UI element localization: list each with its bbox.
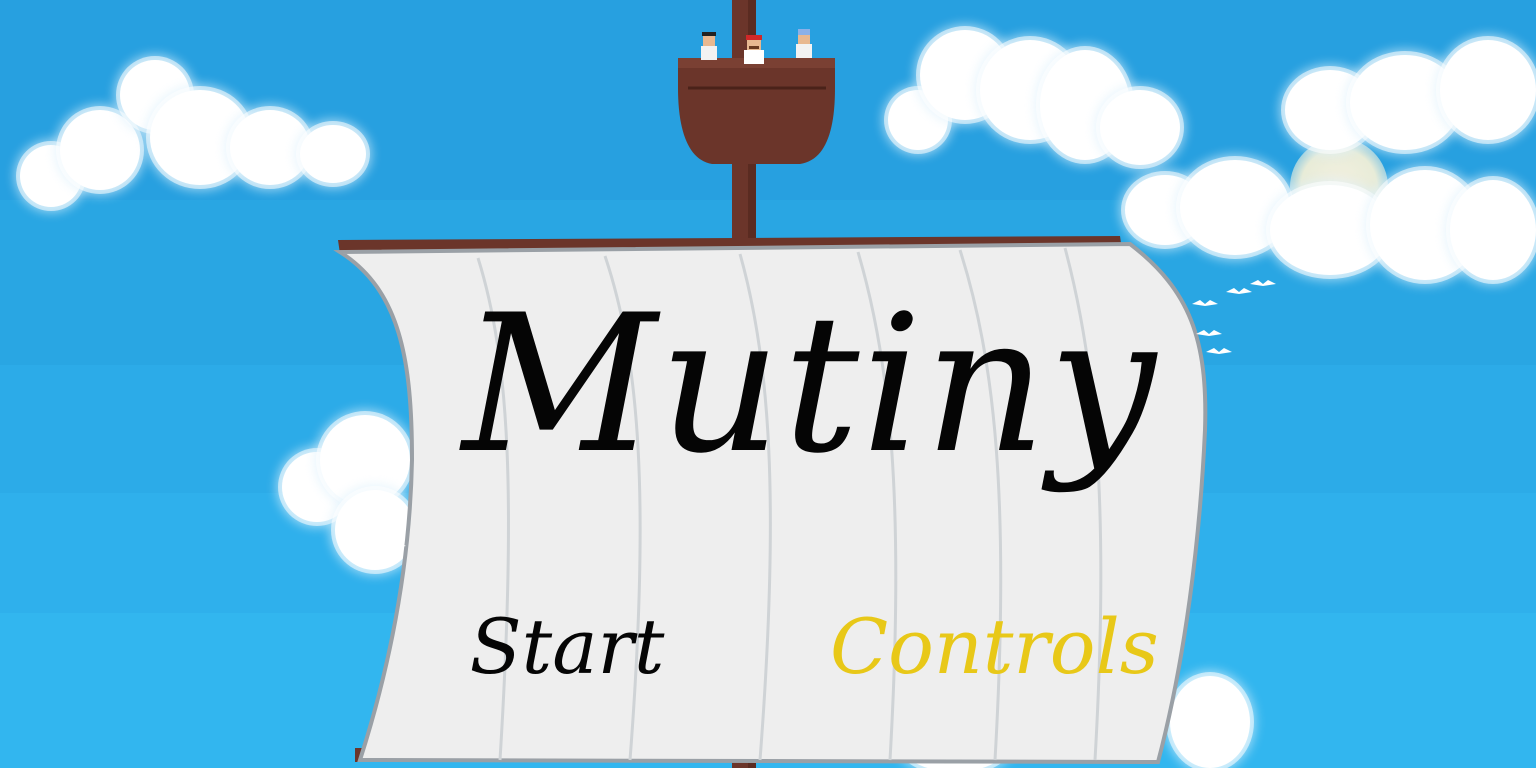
seagull-icon xyxy=(1196,330,1222,336)
seagull-icon xyxy=(1206,348,1232,354)
start-button[interactable]: Start xyxy=(452,602,682,692)
seagull-icon xyxy=(374,506,400,512)
crew-member-icon xyxy=(796,29,812,58)
seagull-icon xyxy=(346,522,372,528)
crows-nest-icon xyxy=(678,58,835,164)
crew-member-icon xyxy=(701,32,717,60)
seagull-icon xyxy=(1250,280,1276,286)
game-title: Mutiny xyxy=(462,274,1158,495)
controls-button[interactable]: Controls xyxy=(830,602,1159,692)
seagull-icon xyxy=(380,542,406,548)
crew-member-icon xyxy=(744,35,764,64)
seagull-icon xyxy=(1226,288,1252,294)
seagull-icon xyxy=(1192,300,1218,306)
title-screen: Mutiny Start Controls xyxy=(0,0,1536,768)
